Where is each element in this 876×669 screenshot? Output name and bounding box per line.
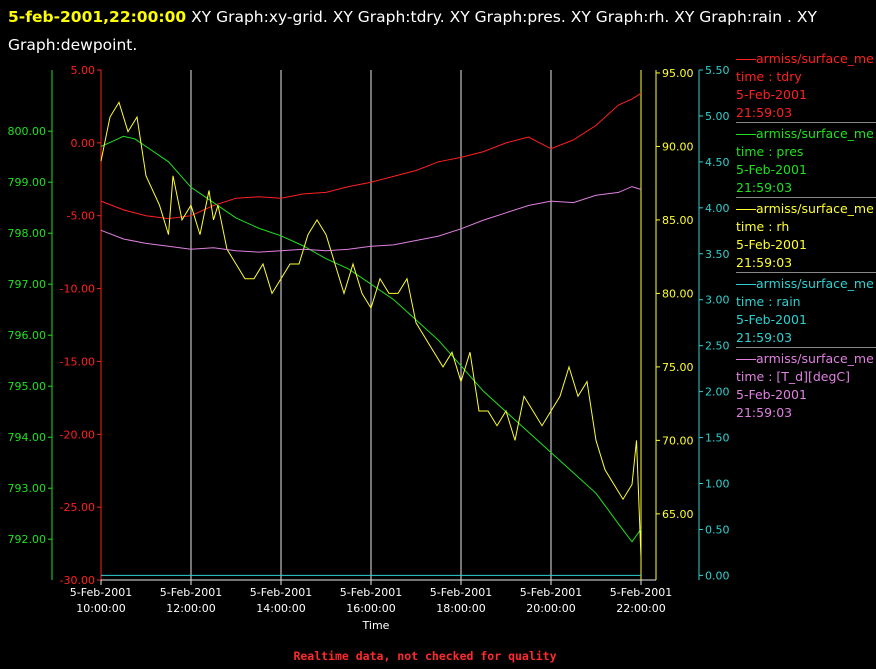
rain-axis-tick-label: 4.00 xyxy=(705,202,730,215)
x-tick-label-time: 12:00:00 xyxy=(166,602,215,615)
legend: armiss/surface_me time : tdry 5-Feb-2001 21… xyxy=(736,50,876,422)
temperature-axis-tick-label: -10.00 xyxy=(60,283,95,296)
legend-date: 5-Feb-2001 xyxy=(736,237,807,252)
rain-axis-tick-label: 3.50 xyxy=(705,248,730,261)
legend-var: time : pres xyxy=(736,144,804,159)
pressure-axis-tick-label: 793.00 xyxy=(8,482,47,495)
x-tick-label-time: 20:00:00 xyxy=(526,602,575,615)
legend-var: time : tdry xyxy=(736,69,802,84)
humidity-axis-tick-label: 85.00 xyxy=(662,214,694,227)
x-tick-label-time: 22:00:00 xyxy=(616,602,665,615)
legend-date: 5-Feb-2001 xyxy=(736,87,807,102)
legend-divider xyxy=(736,272,876,273)
x-tick-label-date: 5-Feb-2001 xyxy=(70,586,132,599)
legend-entry: armiss/surface_metime : tdry 5-Feb-2001 21… xyxy=(736,50,876,122)
legend-date: 5-Feb-2001 xyxy=(736,312,807,327)
temperature-axis-tick-label: -25.00 xyxy=(60,501,95,514)
pressure-axis-tick-label: 792.00 xyxy=(8,533,47,546)
legend-source: armiss/surface_me xyxy=(736,275,876,293)
temperature-axis-tick-label: -5.00 xyxy=(67,210,95,223)
legend-time: 21:59:03 xyxy=(736,105,793,120)
x-tick-label-time: 14:00:00 xyxy=(256,602,305,615)
rain-axis-tick-label: 1.00 xyxy=(705,478,730,491)
legend-source: armiss/surface_me xyxy=(736,350,876,368)
legend-swatch xyxy=(736,284,756,285)
pressure-axis-tick-label: 797.00 xyxy=(8,278,47,291)
rain-axis-tick-label: 2.00 xyxy=(705,386,730,399)
humidity-axis-tick-label: 90.00 xyxy=(662,140,694,153)
legend-var: time : [T_d][degC] xyxy=(736,369,851,384)
temperature-axis-tick-label: -15.00 xyxy=(60,355,95,368)
rain-axis-tick-label: 5.50 xyxy=(705,64,730,77)
legend-divider xyxy=(736,122,876,123)
x-tick-label-date: 5-Feb-2001 xyxy=(520,586,582,599)
legend-swatch xyxy=(736,59,756,60)
pressure-axis-tick-label: 800.00 xyxy=(8,125,47,138)
pressure-axis-tick-label: 798.00 xyxy=(8,227,47,240)
humidity-axis-tick-label: 70.00 xyxy=(662,434,694,447)
humidity-axis-tick-label: 80.00 xyxy=(662,287,694,300)
x-axis-title: Time xyxy=(362,619,390,632)
humidity-axis-tick-label: 95.00 xyxy=(662,67,694,80)
rain-axis-tick-label: 0.50 xyxy=(705,523,730,536)
rain-axis-tick-label: 3.00 xyxy=(705,294,730,307)
rain-axis-tick-label: 0.00 xyxy=(705,569,730,582)
rain-axis-tick-label: 1.50 xyxy=(705,432,730,445)
legend-source-text: armiss/surface_me xyxy=(756,51,874,66)
rain-axis-tick-label: 4.50 xyxy=(705,156,730,169)
rain-axis-tick-label: 2.50 xyxy=(705,340,730,353)
legend-time: 21:59:03 xyxy=(736,405,793,420)
pressure-axis-tick-label: 799.00 xyxy=(8,176,47,189)
rain-axis-tick-label: 5.00 xyxy=(705,110,730,123)
legend-swatch xyxy=(736,359,756,360)
pressure-axis-tick-label: 796.00 xyxy=(8,329,47,342)
humidity-axis-tick-label: 75.00 xyxy=(662,361,694,374)
legend-source-text: armiss/surface_me xyxy=(756,126,874,141)
legend-time: 21:59:03 xyxy=(736,180,793,195)
pressure-axis-tick-label: 795.00 xyxy=(8,380,47,393)
x-tick-label-date: 5-Feb-2001 xyxy=(340,586,402,599)
humidity-axis-tick-label: 65.00 xyxy=(662,508,694,521)
legend-source-text: armiss/surface_me xyxy=(756,351,874,366)
legend-source-text: armiss/surface_me xyxy=(756,201,874,216)
legend-swatch xyxy=(736,209,756,210)
legend-var: time : rh xyxy=(736,219,790,234)
legend-entry: armiss/surface_metime : rain 5-Feb-2001 21… xyxy=(736,275,876,347)
quality-disclaimer: Realtime data, not checked for quality xyxy=(293,649,557,663)
legend-source: armiss/surface_me xyxy=(736,200,876,218)
legend-time: 21:59:03 xyxy=(736,255,793,270)
pressure-axis-tick-label: 794.00 xyxy=(8,431,47,444)
temperature-axis-tick-label: 5.00 xyxy=(71,64,96,77)
x-tick-label-date: 5-Feb-2001 xyxy=(160,586,222,599)
x-tick-label-time: 18:00:00 xyxy=(436,602,485,615)
legend-entry: armiss/surface_metime : [T_d][degC] 5-Feb… xyxy=(736,350,876,422)
legend-entry: armiss/surface_metime : pres 5-Feb-2001 21… xyxy=(736,125,876,197)
legend-time: 21:59:03 xyxy=(736,330,793,345)
x-tick-label-time: 10:00:00 xyxy=(76,602,125,615)
legend-divider xyxy=(736,197,876,198)
legend-entry: armiss/surface_metime : rh 5-Feb-2001 21:5… xyxy=(736,200,876,272)
legend-source: armiss/surface_me xyxy=(736,125,876,143)
x-tick-label-date: 5-Feb-2001 xyxy=(250,586,312,599)
legend-var: time : rain xyxy=(736,294,801,309)
x-tick-label-time: 16:00:00 xyxy=(346,602,395,615)
legend-swatch xyxy=(736,134,756,135)
temperature-axis-tick-label: -20.00 xyxy=(60,428,95,441)
legend-divider xyxy=(736,347,876,348)
legend-date: 5-Feb-2001 xyxy=(736,162,807,177)
legend-date: 5-Feb-2001 xyxy=(736,387,807,402)
legend-source-text: armiss/surface_me xyxy=(756,276,874,291)
temperature-axis-tick-label: 0.00 xyxy=(71,137,96,150)
x-tick-label-date: 5-Feb-2001 xyxy=(610,586,672,599)
x-tick-label-date: 5-Feb-2001 xyxy=(430,586,492,599)
legend-source: armiss/surface_me xyxy=(736,50,876,68)
